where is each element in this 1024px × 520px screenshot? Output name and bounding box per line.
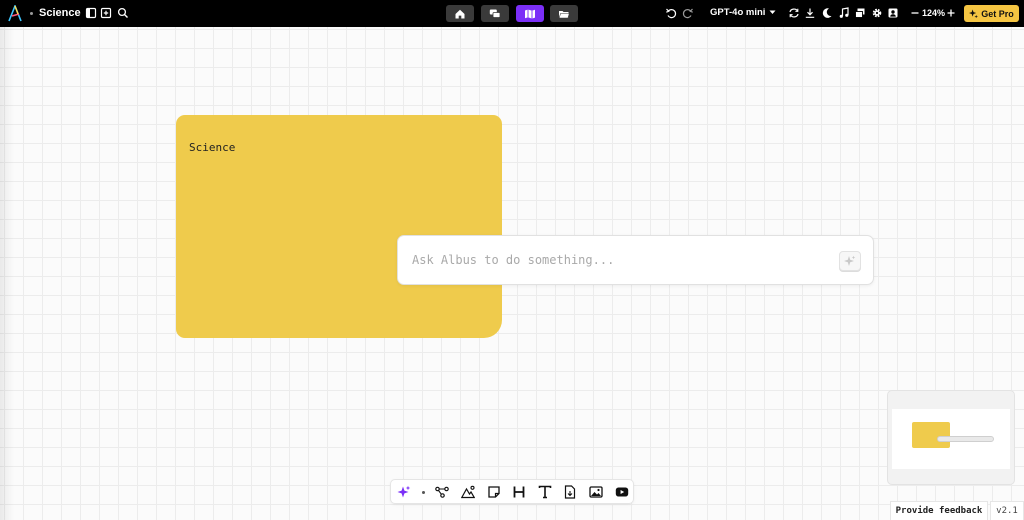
zoom-out-icon[interactable] [909, 7, 921, 19]
sticky-note[interactable]: Science [176, 115, 502, 338]
model-select-label: GPT-4o mini [710, 7, 766, 18]
ask-albus-box [397, 235, 874, 285]
minimap-note [912, 422, 950, 448]
home-icon [455, 9, 465, 18]
nav-chat-button[interactable] [481, 5, 509, 22]
minimap-viewport [892, 409, 1010, 469]
youtube-icon[interactable] [615, 485, 629, 499]
layers-icon[interactable] [854, 7, 866, 19]
albus-logo[interactable] [7, 5, 23, 22]
chat-icon [489, 9, 501, 18]
minimap-ask-box [937, 436, 994, 442]
get-pro-button[interactable]: Get Pro [964, 5, 1019, 22]
document-icon[interactable] [563, 485, 577, 499]
model-select[interactable]: GPT-4o mini [710, 7, 776, 18]
ai-sparkle-icon[interactable] [397, 485, 411, 499]
top-bar: Science GPT-4o mini 124% Get Pro [0, 0, 1024, 27]
heading-icon[interactable] [512, 485, 526, 499]
zoom-in-icon[interactable] [945, 7, 957, 19]
music-icon[interactable] [838, 7, 850, 19]
nav-folder-button[interactable] [550, 5, 578, 22]
ai-sparkle-icon [844, 255, 856, 266]
sticky-note-icon[interactable] [487, 485, 501, 499]
sidebar-panel-icon[interactable] [85, 7, 97, 19]
download-icon[interactable] [804, 7, 816, 19]
tool-separator [422, 491, 425, 494]
folder-icon [558, 10, 570, 18]
add-board-icon[interactable] [100, 7, 112, 19]
zoom-level: 124% [922, 8, 946, 18]
image-shape-icon[interactable] [461, 485, 475, 499]
canvas-edge-shadow [0, 27, 14, 520]
minimap[interactable] [887, 390, 1015, 485]
map-icon [525, 9, 535, 19]
redo-icon[interactable] [682, 7, 694, 19]
nav-map-button[interactable] [516, 5, 544, 22]
bottom-toolbar [390, 479, 634, 504]
text-icon[interactable] [538, 485, 552, 499]
chevron-down-icon [769, 10, 776, 14]
ask-submit-button[interactable] [839, 251, 861, 271]
provide-feedback-button[interactable]: Provide feedback [890, 501, 988, 520]
image-icon[interactable] [589, 485, 603, 499]
search-icon[interactable] [117, 7, 129, 19]
title-separator [30, 12, 33, 15]
version-label: v2.1 [990, 501, 1024, 520]
nav-home-button[interactable] [446, 5, 474, 22]
gear-icon[interactable] [871, 7, 883, 19]
account-icon[interactable] [887, 7, 899, 19]
sparkle-icon [969, 9, 979, 18]
get-pro-label: Get Pro [981, 8, 1014, 19]
sticky-note-text[interactable]: Science [189, 141, 235, 154]
mind-map-icon[interactable] [435, 485, 449, 499]
moon-icon[interactable] [821, 7, 833, 19]
undo-icon[interactable] [665, 7, 677, 19]
board-title[interactable]: Science [39, 7, 81, 19]
sync-icon[interactable] [788, 7, 800, 19]
ask-albus-input[interactable] [412, 249, 822, 271]
